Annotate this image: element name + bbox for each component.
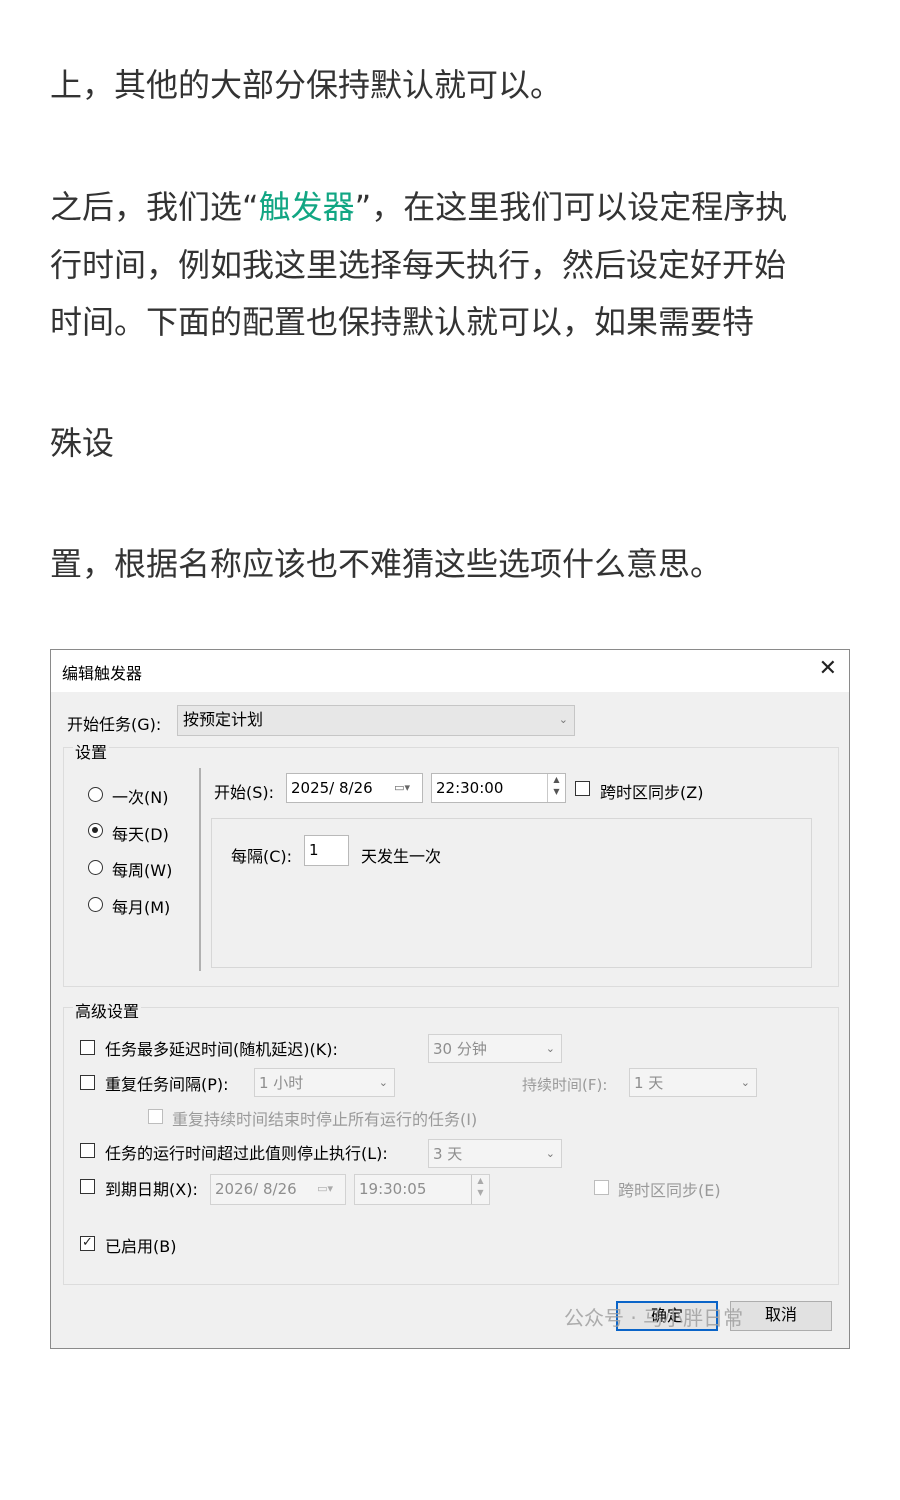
expire-time-input[interactable]: 19:30:05 ▲ ▼ <box>354 1174 490 1205</box>
edit-trigger-dialog: 编辑触发器 ✕ 开始任务(G): 按预定计划 ⌄ 设置 一次(N) 每天(D) … <box>50 649 850 1349</box>
vertical-divider <box>199 768 201 971</box>
paragraph-line: 殊设 <box>50 424 115 462</box>
text-span: 之后，我们选“ <box>50 188 259 226</box>
paragraph-line: 时间。下面的配置也保持默认就可以，如果需要特 <box>50 303 755 341</box>
dialog-title: 编辑触发器 <box>62 664 143 683</box>
delay-checkbox[interactable] <box>80 1040 95 1055</box>
time-spinner[interactable]: ▲ ▼ <box>547 774 565 802</box>
radio-weekly-label: 每周(W) <box>112 861 173 880</box>
enabled-checkbox[interactable]: ✓ <box>80 1236 95 1251</box>
start-time-input[interactable]: 22:30:00 ▲ ▼ <box>431 773 566 803</box>
start-task-value: 按预定计划 <box>183 710 264 729</box>
settings-group-title: 设置 <box>73 739 110 763</box>
radio-monthly[interactable] <box>88 897 103 912</box>
duration-select[interactable]: 1 天 ⌄ <box>629 1068 757 1097</box>
delay-value: 30 分钟 <box>433 1040 487 1058</box>
chevron-down-icon: ⌄ <box>558 713 568 726</box>
paragraph-line: 置，根据名称应该也不难猜这些选项什么意思。 <box>50 545 723 583</box>
radio-weekly[interactable] <box>88 860 103 875</box>
repeat-select[interactable]: 1 小时 ⌄ <box>254 1068 395 1097</box>
stop-all-label: 重复持续时间结束时停止所有运行的任务(I) <box>172 1110 478 1129</box>
cancel-button[interactable]: 取消 <box>730 1301 832 1331</box>
calendar-icon: ▭▾ <box>317 1182 333 1195</box>
chevron-down-icon: ⌄ <box>545 1042 555 1055</box>
delay-label: 任务最多延迟时间(随机延迟)(K): <box>105 1040 338 1059</box>
checkmark-icon: ✓ <box>82 1235 93 1250</box>
stop-exceed-value: 3 天 <box>433 1145 463 1163</box>
paragraph-line: 上，其他的大部分保持默认就可以。 <box>50 66 563 104</box>
start-date-picker[interactable]: 2025/ 8/26 ▭▾ <box>286 773 423 803</box>
advanced-group-title: 高级设置 <box>73 998 142 1022</box>
paragraph-line: 之后，我们选“触发器”，在这里我们可以设定程序执 <box>50 182 860 228</box>
duration-value: 1 天 <box>634 1074 664 1092</box>
repeat-value: 1 小时 <box>259 1074 304 1092</box>
expire-date-picker[interactable]: 2026/ 8/26 ▭▾ <box>210 1174 346 1205</box>
recur-interval-input[interactable]: 1 <box>304 835 349 866</box>
recurrence-panel <box>211 818 812 968</box>
start-time-value: 22:30:00 <box>436 779 504 797</box>
repeat-label: 重复任务间隔(P): <box>105 1075 229 1094</box>
radio-daily-label: 每天(D) <box>112 825 169 844</box>
stop-exceed-select[interactable]: 3 天 ⌄ <box>428 1139 562 1168</box>
sync-timezone-label: 跨时区同步(Z) <box>600 783 704 802</box>
radio-once-label: 一次(N) <box>112 788 169 807</box>
expire-time-value: 19:30:05 <box>359 1180 427 1198</box>
expire-date-value: 2026/ 8/26 <box>215 1180 297 1198</box>
chevron-down-icon: ⌄ <box>378 1076 388 1089</box>
chevron-down-icon: ⌄ <box>545 1147 555 1160</box>
sync-timezone-checkbox[interactable] <box>575 781 590 796</box>
close-icon[interactable]: ✕ <box>819 656 837 681</box>
repeat-checkbox[interactable] <box>80 1075 95 1090</box>
expire-label: 到期日期(X): <box>105 1180 198 1199</box>
paragraph-line: 行时间，例如我这里选择每天执行，然后设定好开始 <box>50 246 787 284</box>
stop-exceed-checkbox[interactable] <box>80 1143 95 1158</box>
time-spinner[interactable]: ▲ ▼ <box>471 1175 489 1204</box>
start-date-value: 2025/ 8/26 <box>291 779 373 797</box>
stop-exceed-label: 任务的运行时间超过此值则停止执行(L): <box>105 1144 388 1163</box>
recur-unit-label: 天发生一次 <box>361 847 442 866</box>
calendar-icon: ▭▾ <box>394 781 410 794</box>
radio-daily[interactable] <box>88 823 103 838</box>
expire-checkbox[interactable] <box>80 1179 95 1194</box>
expire-sync-label: 跨时区同步(E) <box>618 1181 721 1200</box>
start-task-label: 开始任务(G): <box>67 715 162 734</box>
start-task-select[interactable]: 按预定计划 ⌄ <box>177 705 575 736</box>
radio-once[interactable] <box>88 787 103 802</box>
title-bar: 编辑触发器 ✕ <box>51 650 849 692</box>
watermark-text: 公众号 · 马小胖日常 <box>564 1306 744 1330</box>
start-label: 开始(S): <box>214 783 275 802</box>
delay-select[interactable]: 30 分钟 ⌄ <box>428 1034 562 1063</box>
recur-label: 每隔(C): <box>231 847 293 866</box>
highlight-term: 触发器 <box>258 188 355 226</box>
text-span: ”，在这里我们可以设定程序执 <box>354 188 788 226</box>
stop-all-checkbox[interactable] <box>148 1109 163 1124</box>
expire-sync-checkbox[interactable] <box>594 1180 609 1195</box>
duration-label: 持续时间(F): <box>522 1076 608 1094</box>
chevron-down-icon: ⌄ <box>740 1076 750 1089</box>
radio-monthly-label: 每月(M) <box>112 898 171 917</box>
enabled-label: 已启用(B) <box>105 1237 177 1256</box>
